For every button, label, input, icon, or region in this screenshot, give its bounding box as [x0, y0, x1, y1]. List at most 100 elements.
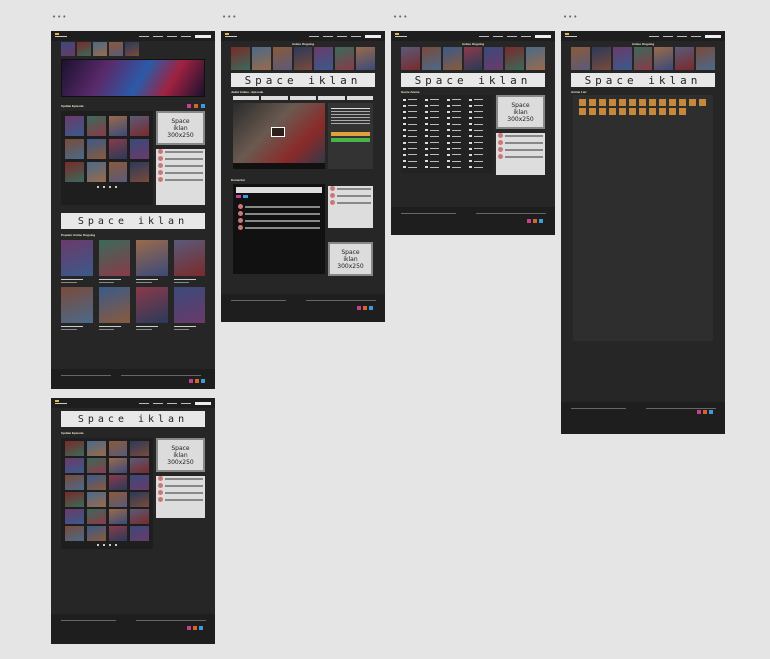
anime-poster[interactable]	[108, 116, 128, 136]
genre-item[interactable]	[469, 97, 491, 102]
anime-card[interactable]	[108, 116, 128, 136]
comment-input[interactable]	[236, 187, 322, 193]
nav-link[interactable]	[153, 402, 163, 404]
genre-item[interactable]	[447, 159, 469, 164]
genre-item[interactable]	[425, 140, 447, 145]
twitter-icon[interactable]	[199, 626, 203, 630]
anime-poster[interactable]	[136, 287, 168, 323]
alphabet-tile[interactable]	[669, 108, 676, 115]
pagination[interactable]	[65, 544, 149, 546]
anime-poster[interactable]	[86, 162, 106, 182]
anime-poster[interactable]	[108, 441, 128, 456]
anime-poster[interactable]	[173, 240, 205, 276]
anime-card[interactable]	[86, 526, 106, 541]
genre-item[interactable]	[403, 140, 425, 145]
genre-item[interactable]	[425, 152, 447, 157]
anime-card[interactable]	[130, 116, 149, 136]
genre-item[interactable]	[469, 115, 491, 120]
genre-item[interactable]	[403, 103, 425, 108]
genre-item[interactable]	[469, 109, 491, 114]
genre-item[interactable]	[425, 159, 447, 164]
anime-card[interactable]	[108, 526, 128, 541]
instagram-icon[interactable]	[357, 306, 361, 310]
ongoing-thumb[interactable]	[231, 47, 250, 70]
nav-link[interactable]	[139, 402, 149, 404]
ongoing-thumb[interactable]	[314, 47, 334, 70]
anime-card[interactable]	[136, 287, 168, 330]
ongoing-thumb[interactable]	[675, 47, 695, 70]
server-tab[interactable]	[318, 96, 345, 100]
genre-item[interactable]	[447, 140, 469, 145]
genre-item[interactable]	[425, 134, 447, 139]
ongoing-thumb[interactable]	[696, 47, 716, 70]
anime-card[interactable]	[65, 116, 84, 136]
alphabet-tile[interactable]	[609, 108, 616, 115]
ongoing-thumb[interactable]	[442, 47, 462, 70]
ongoing-thumb[interactable]	[654, 47, 674, 70]
ad-banner-wide[interactable]: Space iklan	[401, 73, 545, 87]
alphabet-tile[interactable]	[599, 108, 606, 115]
anime-card[interactable]	[130, 526, 149, 541]
genre-item[interactable]	[403, 97, 425, 102]
twitter-icon[interactable]	[709, 410, 713, 414]
ad-box-300x250[interactable]: Space iklan 300x250	[156, 111, 205, 145]
genre-item[interactable]	[447, 109, 469, 114]
rss-icon[interactable]	[194, 104, 198, 108]
nav-link[interactable]	[479, 35, 489, 37]
genre-item[interactable]	[447, 122, 469, 127]
site-logo[interactable]	[395, 33, 407, 39]
alphabet-tile[interactable]	[589, 99, 596, 106]
anime-poster[interactable]	[108, 162, 128, 182]
anime-poster[interactable]	[86, 509, 106, 524]
anime-poster[interactable]	[86, 458, 106, 473]
anime-card[interactable]	[108, 441, 128, 456]
ongoing-thumb[interactable]	[272, 47, 292, 70]
instagram-icon[interactable]	[187, 626, 191, 630]
genre-item[interactable]	[447, 165, 469, 170]
search-input[interactable]	[195, 34, 211, 38]
anime-poster[interactable]	[98, 287, 130, 323]
rss-icon[interactable]	[703, 410, 707, 414]
anime-poster[interactable]	[108, 458, 128, 473]
anime-poster[interactable]	[130, 492, 149, 507]
alphabet-tile[interactable]	[579, 99, 586, 106]
genre-item[interactable]	[447, 128, 469, 133]
anime-poster[interactable]	[86, 116, 106, 136]
anime-poster[interactable]	[108, 475, 128, 490]
twitter-icon[interactable]	[201, 379, 205, 383]
anime-card[interactable]	[65, 441, 84, 456]
nav-link[interactable]	[677, 35, 687, 37]
genre-item[interactable]	[425, 165, 447, 170]
anime-card[interactable]	[173, 287, 205, 330]
ad-banner-wide[interactable]: Space iklan	[61, 213, 205, 229]
nav-link[interactable]	[139, 35, 149, 37]
nav-link[interactable]	[691, 35, 701, 37]
ad-banner-wide[interactable]: Space iklan	[61, 411, 205, 427]
nav-link[interactable]	[167, 402, 177, 404]
alphabet-tile[interactable]	[649, 99, 656, 106]
nav-link[interactable]	[323, 35, 333, 37]
thumb[interactable]	[109, 42, 123, 56]
thumb[interactable]	[61, 42, 75, 56]
anime-card[interactable]	[86, 162, 106, 182]
twitter-icon[interactable]	[539, 219, 543, 223]
genre-item[interactable]	[425, 122, 447, 127]
rss-icon[interactable]	[363, 306, 367, 310]
video-player[interactable]	[233, 103, 325, 169]
ongoing-thumb[interactable]	[293, 47, 313, 70]
pagination[interactable]	[65, 186, 149, 188]
alphabet-tile[interactable]	[619, 108, 626, 115]
page-dot[interactable]	[109, 544, 111, 546]
page-dot[interactable]	[109, 186, 111, 188]
ad-banner-wide[interactable]: Space iklan	[571, 73, 715, 87]
alphabet-tile[interactable]	[679, 108, 686, 115]
instagram-icon[interactable]	[697, 410, 701, 414]
nav-link[interactable]	[181, 402, 191, 404]
anime-poster[interactable]	[130, 475, 149, 490]
page-dot[interactable]	[97, 186, 99, 188]
nav-link[interactable]	[507, 35, 517, 37]
alphabet-tile[interactable]	[619, 99, 626, 106]
anime-poster[interactable]	[130, 458, 149, 473]
instagram-icon[interactable]	[189, 379, 193, 383]
anime-card[interactable]	[130, 139, 149, 159]
